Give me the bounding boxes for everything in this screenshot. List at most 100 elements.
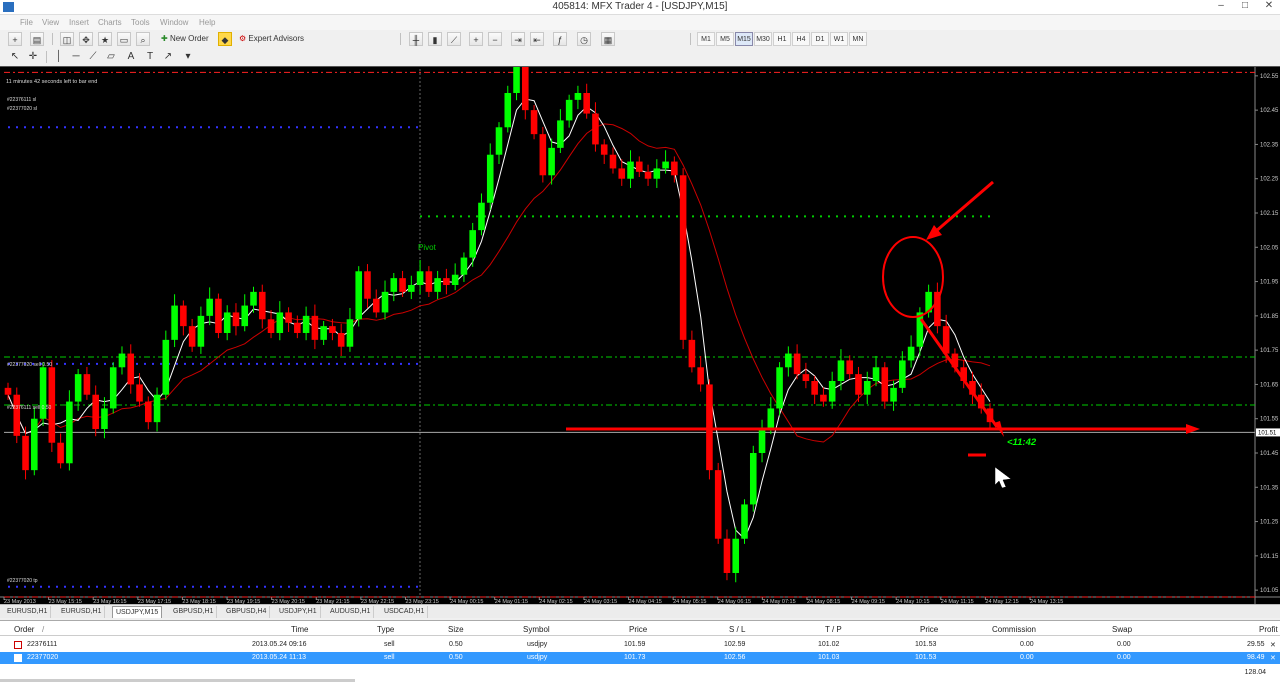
tf-h4-button[interactable]: H4 <box>792 32 810 46</box>
tf-m1-button[interactable]: M1 <box>697 32 715 46</box>
text-icon[interactable]: A <box>124 50 138 64</box>
sell-order-icon <box>14 654 22 662</box>
tab-usdjpy-m15[interactable]: USDJPY,M15 <box>112 606 163 618</box>
tf-m5-button[interactable]: M5 <box>716 32 734 46</box>
menu-window[interactable]: Window <box>160 18 188 27</box>
bear-candle <box>92 394 99 429</box>
tab-gbpusd-h4[interactable]: GBPUSD,H4 <box>223 606 271 618</box>
candlestick-icon[interactable]: ▮ <box>428 32 442 46</box>
tf-mn-button[interactable]: MN <box>849 32 867 46</box>
order-type: sell <box>384 654 395 661</box>
close-icon[interactable]: ✕ <box>1264 0 1274 11</box>
price-tick-label: 101.45 <box>1260 451 1279 457</box>
bull-candle <box>828 381 836 402</box>
bull-candle <box>276 312 284 333</box>
tf-d1-button[interactable]: D1 <box>811 32 829 46</box>
trendline-icon[interactable]: ⟋ <box>86 50 100 64</box>
order-row[interactable]: 22376111 2013.05.24 09:16 sell 0.50 usdj… <box>0 639 1280 651</box>
col-type[interactable]: Type <box>377 625 394 634</box>
close-order-icon[interactable]: ✕ <box>1270 641 1276 649</box>
menu-view[interactable]: View <box>42 18 59 27</box>
col-tp[interactable]: T / P <box>825 625 842 634</box>
bear-candle <box>583 93 590 114</box>
tab-audusd-h1[interactable]: AUDUSD,H1 <box>327 606 375 618</box>
bull-candle <box>390 278 398 292</box>
price-chart[interactable]: 102.55 102.45 102.35 102.25 102.15 102.05 101.… <box>0 66 1280 605</box>
templates-icon[interactable]: ▦ <box>601 32 615 46</box>
col-sl[interactable]: S / L <box>729 625 745 634</box>
col-price[interactable]: Price <box>629 625 647 634</box>
order-row-selected[interactable]: 22377020 2013.05.24 11:13 sell 0.50 usdj… <box>0 652 1280 664</box>
horizontal-line-icon[interactable]: ─ <box>69 50 83 64</box>
channel-icon[interactable]: ▱ <box>104 50 118 64</box>
col-swap[interactable]: Swap <box>1112 625 1132 634</box>
col-sort-icon[interactable]: / <box>42 625 44 634</box>
tf-w1-button[interactable]: W1 <box>830 32 848 46</box>
close-order-icon[interactable]: ✕ <box>1270 654 1276 662</box>
menu-bar: File View Insert Charts Tools Window Hel… <box>0 15 1280 30</box>
tester-icon[interactable]: ⌕ <box>136 32 150 46</box>
bear-candle <box>609 154 617 169</box>
order-current-price: 101.53 <box>915 654 937 661</box>
tab-gbpusd-h1[interactable]: GBPUSD,H1 <box>170 606 218 618</box>
indicators-icon[interactable]: ƒ <box>553 32 567 46</box>
col-time[interactable]: Time <box>291 625 308 634</box>
metaeditor-icon[interactable]: ◆ <box>218 32 232 46</box>
menu-charts[interactable]: Charts <box>98 18 122 27</box>
more-tools-icon[interactable]: ▾ <box>181 50 195 64</box>
cursor-icon[interactable]: ↖ <box>8 50 22 64</box>
auto-scroll-icon[interactable]: ⇥ <box>511 32 525 46</box>
bull-candle <box>785 353 792 368</box>
maximize-icon[interactable]: □ <box>1240 0 1250 11</box>
bull-candle <box>767 408 775 429</box>
profiles-icon[interactable]: ▤ <box>30 32 44 46</box>
tab-eurusd-h1[interactable]: EURUSD,H1 <box>4 606 52 618</box>
tf-m30-button[interactable]: M30 <box>754 32 772 46</box>
col-symbol[interactable]: Symbol <box>523 625 550 634</box>
vertical-line-icon[interactable]: │ <box>52 50 66 64</box>
col-current-price[interactable]: Price <box>920 625 938 634</box>
col-order[interactable]: Order <box>14 625 34 634</box>
bull-candle <box>66 401 73 464</box>
data-window-icon[interactable]: ✥ <box>79 32 93 46</box>
tab-usdcad-h1[interactable]: USDCAD,H1 <box>381 606 429 618</box>
sell-label-1: #22377020 sell 0.50 <box>7 362 52 368</box>
periods-icon[interactable]: ◷ <box>577 32 591 46</box>
line-chart-icon[interactable]: ⟋ <box>447 32 461 46</box>
menu-file[interactable]: File <box>20 18 33 27</box>
bar-chart-icon[interactable]: ╫ <box>409 32 423 46</box>
navigator-icon[interactable]: ★ <box>98 32 112 46</box>
bull-candle <box>31 418 38 471</box>
tab-eurusd-h1-2[interactable]: EURUSD,H1 <box>58 606 106 618</box>
new-chart-icon[interactable]: + <box>8 32 22 46</box>
col-size[interactable]: Size <box>448 625 464 634</box>
zoom-in-icon[interactable]: + <box>469 32 483 46</box>
crosshair-icon[interactable]: ✛ <box>26 50 40 64</box>
bear-candle <box>22 435 29 471</box>
bear-candle <box>188 326 196 347</box>
fast-moving-average <box>7 98 991 540</box>
minimize-icon[interactable]: – <box>1216 0 1226 11</box>
col-profit[interactable]: Profit <box>1259 625 1278 634</box>
zoom-out-icon[interactable]: − <box>488 32 502 46</box>
menu-tools[interactable]: Tools <box>131 18 150 27</box>
bull-candle <box>504 93 512 128</box>
tab-usdjpy-h1[interactable]: USDJPY,H1 <box>276 606 321 618</box>
slow-moving-average <box>7 123 991 443</box>
col-commission[interactable]: Commission <box>992 625 1036 634</box>
tf-m15-button[interactable]: M15 <box>735 32 753 46</box>
sell-label-2: #22376111 sell 0.50 <box>7 405 52 411</box>
order-time: 2013.05.24 09:16 <box>252 641 307 648</box>
bear-candle <box>83 374 91 395</box>
chart-shift-icon[interactable]: ⇤ <box>530 32 544 46</box>
chart-canvas[interactable]: 102.55 102.45 102.35 102.25 102.15 102.05 101.… <box>0 67 1280 605</box>
new-order-button[interactable]: ✚ New Order <box>158 32 212 46</box>
menu-insert[interactable]: Insert <box>69 18 89 27</box>
tf-h1-button[interactable]: H1 <box>773 32 791 46</box>
arrows-icon[interactable]: ↗ <box>161 50 175 64</box>
expert-advisors-button[interactable]: ⚙ Expert Advisors <box>236 32 307 46</box>
terminal-icon[interactable]: ▭ <box>117 32 131 46</box>
market-watch-icon[interactable]: ◫ <box>60 32 74 46</box>
menu-help[interactable]: Help <box>199 18 215 27</box>
text-label-icon[interactable]: T <box>143 50 157 64</box>
